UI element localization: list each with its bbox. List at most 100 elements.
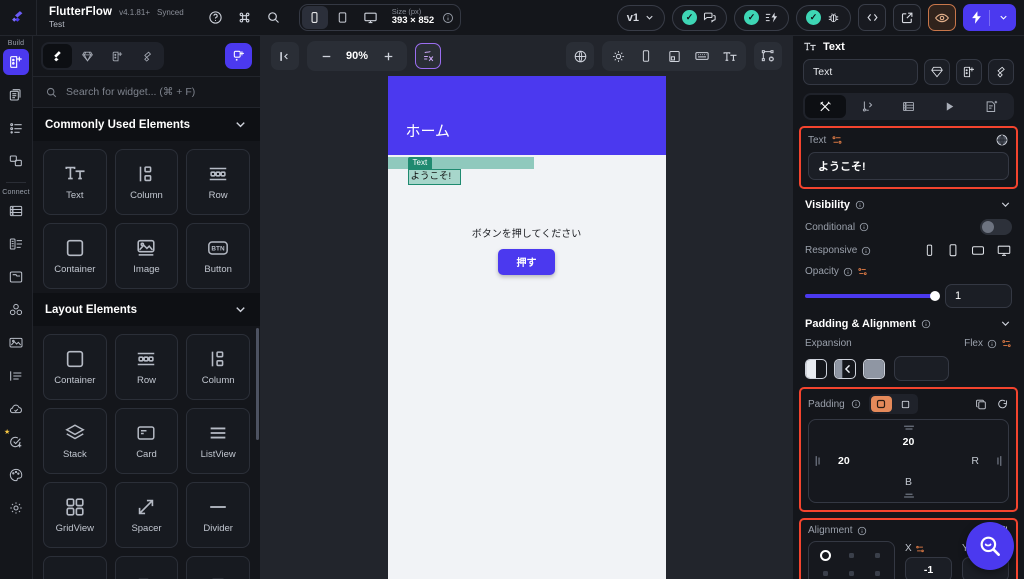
device-phone-button[interactable] [301, 6, 328, 29]
padding-all-icon[interactable] [870, 396, 892, 412]
performance-status-pill[interactable]: ✓ [734, 4, 789, 31]
diamond-icon[interactable] [924, 59, 950, 85]
device-tablet-button[interactable] [330, 6, 356, 29]
open-external-icon[interactable] [893, 4, 921, 31]
padding-bottom-value[interactable]: B [905, 476, 912, 488]
globe-language-button[interactable] [566, 42, 594, 70]
widget-card-stack[interactable]: Stack [43, 408, 107, 474]
debug-status-pill[interactable]: ✓ [796, 4, 851, 31]
search-icon[interactable] [266, 10, 281, 25]
sidebar-item-widget-tree[interactable] [3, 49, 29, 75]
info-icon[interactable] [855, 200, 865, 210]
keyboard-icon[interactable] [689, 43, 715, 69]
sidebar-item-settings[interactable] [3, 495, 29, 521]
opacity-slider[interactable] [805, 291, 940, 301]
flutterflow-logo-icon[interactable] [0, 0, 36, 36]
info-icon[interactable] [851, 399, 861, 409]
no-expansion-icon[interactable] [863, 358, 885, 379]
tab-generate[interactable] [971, 95, 1012, 118]
flutterflow-logo-icon[interactable] [988, 59, 1014, 85]
phone-preview[interactable]: ホーム Text ようこそ! ボタンを押してください 押す [387, 76, 666, 579]
info-icon[interactable] [859, 222, 869, 232]
set-variable-icon[interactable] [915, 544, 925, 554]
widget-card-divider[interactable]: Divider [186, 482, 250, 548]
widget-card-button[interactable]: BTN Button [186, 223, 250, 289]
safe-area-panel-icon[interactable] [661, 43, 687, 69]
set-variable-icon[interactable] [1001, 338, 1012, 349]
padding-left-value[interactable]: 20 [838, 455, 850, 467]
collapse-panel-button[interactable] [271, 42, 299, 70]
sidebar-item-tests[interactable]: ★ [3, 429, 29, 455]
tab-gems[interactable] [73, 44, 102, 68]
search-assistant-fab[interactable] [966, 522, 1014, 570]
chevron-down-icon[interactable] [999, 317, 1012, 330]
run-button[interactable] [963, 4, 1016, 31]
align-cell-top-right[interactable] [874, 552, 880, 558]
align-cell-top-left[interactable] [820, 549, 832, 561]
node-settings-icon[interactable] [754, 42, 782, 70]
padding-top-value[interactable]: 20 [903, 436, 915, 448]
sidebar-item-localization[interactable] [3, 363, 29, 389]
globe-icon[interactable] [995, 133, 1009, 147]
run-chevron-down-icon[interactable] [990, 12, 1016, 23]
reset-icon[interactable] [996, 398, 1009, 411]
tab-actions[interactable] [846, 95, 887, 118]
opacity-value-input[interactable]: 1 [945, 284, 1012, 308]
search-widget-field[interactable]: Search for widget... (⌘ + F) [33, 76, 260, 108]
align-cell-middle-left[interactable] [823, 570, 829, 576]
tab-flutter-widgets[interactable] [43, 44, 72, 68]
info-icon[interactable] [857, 526, 867, 536]
widget-card-container[interactable]: Container [43, 334, 107, 400]
widget-card-page[interactable] [114, 556, 179, 579]
tab-add-component[interactable] [103, 44, 132, 68]
add-component-icon[interactable] [956, 59, 982, 85]
flexible-icon[interactable] [834, 358, 856, 379]
widget-card-gridview[interactable]: GridView [43, 482, 107, 548]
align-cell-middle-right[interactable] [874, 570, 880, 576]
version-selector[interactable]: v1 [616, 4, 665, 31]
set-variable-icon[interactable] [831, 134, 843, 146]
selected-text-widget[interactable]: Text ようこそ! [387, 157, 666, 185]
copy-icon[interactable] [975, 398, 988, 411]
widget-card-row[interactable]: Row [114, 334, 179, 400]
sidebar-item-app-state[interactable] [3, 231, 29, 257]
device-frame-phone-icon[interactable] [633, 43, 659, 69]
sidebar-item-layers[interactable] [3, 148, 29, 174]
widget-card-row[interactable]: Row [186, 149, 250, 215]
padding-left-handle[interactable] [814, 454, 822, 468]
widget-card-card[interactable]: Card [114, 408, 179, 474]
expanded-icon[interactable] [805, 358, 827, 379]
add-page-button[interactable] [225, 43, 252, 69]
widget-card-text[interactable]: Text [43, 149, 107, 215]
widget-card-spacer[interactable]: Spacer [114, 482, 179, 548]
align-x-input[interactable]: -1 [905, 557, 952, 579]
sidebar-item-integrations[interactable] [3, 297, 29, 323]
tab-properties[interactable] [805, 95, 847, 118]
align-cell-middle-center[interactable] [848, 570, 854, 576]
magic-wand-icon[interactable] [415, 43, 442, 69]
text-size-icon[interactable] [717, 43, 743, 69]
sidebar-item-database[interactable] [3, 198, 29, 224]
zoom-out-button[interactable] [313, 43, 339, 69]
code-brackets-icon[interactable] [858, 4, 886, 31]
info-icon[interactable] [987, 339, 997, 349]
widget-palette-scroll[interactable]: Commonly Used Elements Text Column Row C… [33, 108, 260, 579]
widget-card-column[interactable]: Column [186, 334, 250, 400]
section-commonly-used-header[interactable]: Commonly Used Elements [33, 108, 260, 141]
sidebar-item-theme[interactable] [3, 462, 29, 488]
widget-card-image[interactable]: Image [114, 223, 179, 289]
flex-value-input[interactable] [894, 356, 949, 381]
responsive-phone-icon[interactable] [923, 243, 936, 258]
device-desktop-button[interactable] [358, 6, 384, 29]
widget-card-vertical-divider[interactable] [43, 556, 107, 579]
text-value-input[interactable]: ようこそ! [808, 152, 1009, 180]
info-icon[interactable] [442, 12, 454, 24]
sidebar-item-media-assets[interactable] [3, 330, 29, 356]
padding-sides-icon[interactable] [895, 396, 916, 412]
info-icon[interactable] [921, 319, 931, 329]
responsive-tablet-landscape-icon[interactable] [970, 243, 986, 258]
section-layout-elements-header[interactable]: Layout Elements [33, 293, 260, 326]
widget-card-container[interactable]: Container [43, 223, 107, 289]
sun-brightness-icon[interactable] [605, 43, 631, 69]
padding-bottom-handle[interactable] [902, 492, 916, 500]
